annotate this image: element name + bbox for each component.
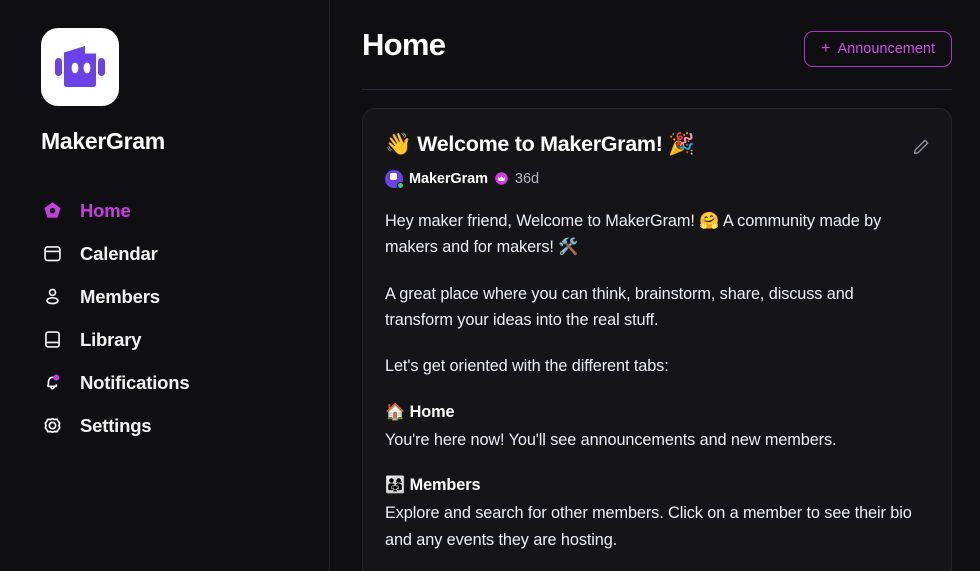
party-popper-emoji: 🎉 — [668, 132, 695, 157]
sidebar-nav: Home Calendar Members Library Notificati… — [41, 189, 329, 447]
main-content: Home + Announcement 👋 Welcome to MakerGr… — [330, 0, 980, 571]
brand-logo[interactable] — [41, 28, 119, 106]
makergram-bot-logo-icon — [55, 46, 105, 87]
bell-icon — [41, 372, 63, 394]
notification-badge-dot — [53, 373, 60, 381]
page-title: Home — [362, 27, 446, 62]
gear-icon — [41, 415, 63, 437]
announcement-button-label: Announcement — [837, 41, 935, 57]
post-paragraph-3: Let's get oriented with the different ta… — [385, 357, 669, 376]
sidebar-item-label: Home — [80, 199, 131, 221]
section-heading-text: Home — [409, 402, 455, 421]
post-author[interactable]: MakerGram — [409, 171, 488, 187]
sidebar-item-calendar[interactable]: Calendar — [41, 232, 329, 275]
avatar[interactable] — [385, 169, 404, 189]
post-section-heading-members: 👨‍👩‍👧 Members — [385, 475, 925, 495]
post-section-body-members: Explore and search for other members. Cl… — [385, 504, 912, 549]
post-title-text: Welcome to MakerGram! — [417, 132, 663, 156]
wave-emoji: 👋 — [385, 132, 412, 157]
sidebar-item-label: Notifications — [80, 371, 190, 393]
online-status-dot — [397, 181, 404, 189]
sidebar-item-label: Library — [80, 328, 142, 350]
sidebar-item-library[interactable]: Library — [41, 318, 329, 361]
sidebar-item-label: Calendar — [80, 242, 158, 264]
sidebar-item-settings[interactable]: Settings — [41, 404, 329, 447]
post-section-body-home: You're here now! You'll see announcement… — [385, 430, 837, 449]
post-meta: MakerGram 36d — [385, 169, 925, 189]
house-emoji: 🏠 — [385, 401, 406, 421]
announcement-card: 👋 Welcome to MakerGram! 🎉 MakerGram 36d … — [362, 108, 952, 571]
add-announcement-button[interactable]: + Announcement — [804, 31, 952, 67]
section-heading-text: Members — [409, 476, 481, 495]
pencil-edit-icon — [913, 139, 929, 155]
sidebar-item-home[interactable]: Home — [41, 189, 329, 232]
crown-badge-icon — [495, 172, 508, 186]
sidebar: MakerGram Home Calendar Members Library … — [0, 0, 330, 571]
announcement-feed: 👋 Welcome to MakerGram! 🎉 MakerGram 36d … — [330, 90, 952, 571]
sidebar-item-label: Settings — [80, 414, 152, 436]
person-icon — [41, 286, 63, 308]
plus-icon: + — [821, 40, 831, 57]
family-emoji: 👨‍👩‍👧 — [385, 475, 406, 495]
post-timestamp: 36d — [514, 170, 540, 187]
sidebar-item-notifications[interactable]: Notifications — [41, 361, 329, 404]
sidebar-item-members[interactable]: Members — [41, 275, 329, 318]
post-paragraph-2: A great place where you can think, brain… — [385, 284, 854, 330]
book-icon — [41, 329, 63, 351]
house-pentagon-icon — [41, 200, 63, 222]
sidebar-item-label: Members — [80, 285, 160, 307]
edit-post-button[interactable] — [911, 137, 931, 157]
post-paragraph-1: Hey maker friend, Welcome to MakerGram! … — [385, 211, 882, 257]
page-header: Home + Announcement — [330, 0, 952, 67]
post-title: 👋 Welcome to MakerGram! 🎉 — [385, 131, 925, 159]
brand-name: MakerGram — [41, 128, 165, 154]
post-section-heading-home: 🏠 Home — [385, 402, 925, 422]
calendar-icon — [41, 243, 63, 265]
